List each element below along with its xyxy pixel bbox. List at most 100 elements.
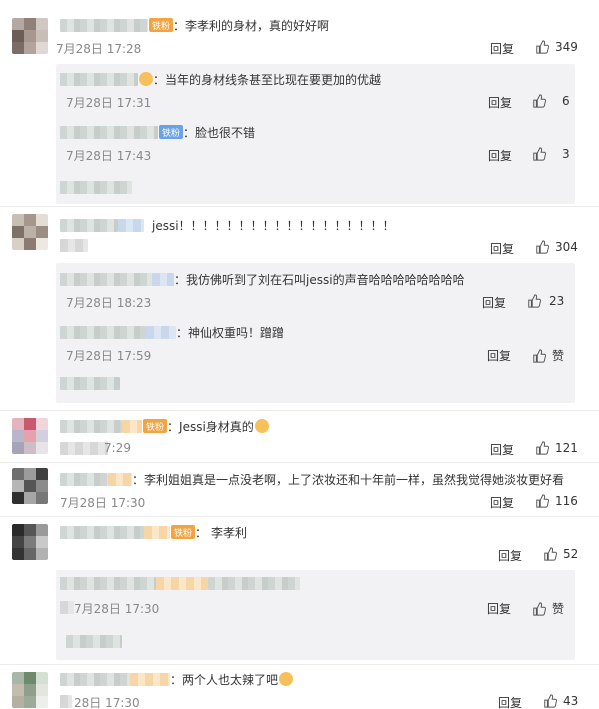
reply-button[interactable]: 回复 [490,40,514,57]
username-blurred[interactable] [60,472,108,486]
like-count: 43 [563,694,579,708]
emoji-icon [139,72,153,86]
thumbs-up-icon [533,94,546,108]
username-blurred[interactable] [60,272,152,286]
like-count: 304 [555,240,578,254]
comment-text: 两个人也太辣了吧 [182,672,279,687]
date-blurred [60,694,72,708]
comment-text: 李孝利 [211,525,248,540]
avatar[interactable] [12,214,48,250]
username-blurred[interactable] [60,325,146,339]
avatar[interactable] [12,418,48,454]
username-blurred[interactable] [60,218,118,232]
username-blurred[interactable] [60,125,158,139]
username-blurred[interactable] [60,419,122,433]
reply-button[interactable]: 回复 [488,94,512,111]
like-count: 349 [555,40,578,54]
like-count: 赞 [552,602,565,616]
sub-comment-line [60,574,300,592]
like-button[interactable]: 52 [543,547,578,561]
avatar[interactable] [12,672,48,708]
avatar[interactable] [12,18,48,54]
like-button[interactable]: 赞 [532,600,564,617]
sub-comment-text: 我仿佛听到了刘在石叫jessi的声音哈哈哈哈哈哈哈哈 [186,272,465,287]
like-button[interactable]: 赞 [532,347,564,364]
username-blurred[interactable] [60,672,130,686]
reply-button[interactable]: 回复 [490,240,514,257]
comment-line: 铁粉 ： 李孝利 [60,523,247,541]
comment-line: 铁粉 ： 李孝利的身材，真的好好啊 [60,16,329,34]
fan-badge: 铁粉 [171,525,196,539]
divider [0,410,599,411]
more-replies-link[interactable] [60,180,132,194]
reply-button[interactable]: 回复 [487,600,511,617]
sub-comment-line: ： 神仙权重吗！蹭蹭 [60,323,284,341]
sub-comment-line: 铁粉 ： 脸也很不错 [60,123,255,141]
more-replies-link[interactable] [66,634,122,648]
reply-button[interactable]: 回复 [488,147,512,164]
like-button[interactable]: 349 [535,40,578,54]
comment-text: 李利姐姐真是一点没老啊，上了浓妆还和十年前一样，虽然我觉得她淡妆更好看 [144,472,565,487]
like-count: 116 [555,494,578,508]
sub-comment-time: 7月28日 18:23 [66,296,152,310]
hand-emoji-icon [279,672,294,686]
sub-comment-line: ： 我仿佛听到了刘在石叫jessi的声音哈哈哈哈哈哈哈哈 [60,270,465,288]
like-button[interactable]: 23 [527,294,564,308]
divider [0,664,599,665]
like-button[interactable]: 121 [535,441,578,455]
thumbs-up-icon [536,441,549,455]
like-count: 6 [562,94,570,108]
comment-text: Jessi身材真的 [179,419,254,434]
comment-time: 7月28日 17:30 [60,496,146,510]
fan-badge: 铁粉 [149,18,174,32]
like-count: 赞 [552,349,565,363]
like-count: 23 [549,294,565,308]
more-replies-link[interactable] [60,376,120,390]
divider [0,462,599,463]
like-button[interactable]: 116 [535,494,578,508]
sub-comment-time: 7月28日 17:30 [74,602,160,616]
comment-line: 铁粉 ： Jessi身材真的 [60,417,269,435]
thumbs-up-icon [533,147,546,161]
sub-comment-text: 脸也很不错 [195,125,256,140]
date-blurred [60,600,74,614]
username-blurred[interactable] [60,525,144,539]
like-count: 121 [555,441,578,455]
reply-button[interactable]: 回复 [487,347,511,364]
like-button[interactable]: 304 [535,240,578,254]
divider [0,206,599,207]
thumbs-up-icon [536,240,549,254]
reply-button[interactable]: 回复 [490,441,514,458]
thumbs-up-icon [528,294,541,308]
thumbs-up-icon [536,494,549,508]
comment-text: jessi！！！！！！！！！！！！！！！！！！ [152,218,395,233]
like-count: 3 [562,147,570,161]
thumbs-up-icon [536,40,549,54]
sub-comment-line: ： 当年的身材线条甚至比现在要更加的优越 [60,70,381,88]
comment-time: 28日 17:30 [74,696,140,709]
avatar[interactable] [12,524,48,560]
reply-button[interactable]: 回复 [498,694,522,709]
reply-button[interactable]: 回复 [482,294,506,311]
avatar[interactable] [12,468,48,504]
username-blurred[interactable] [60,576,156,590]
thumbs-up-icon [544,694,557,708]
sub-comment-time: 7月28日 17:43 [66,149,152,163]
comment-time: 7月28日 17:28 [56,42,142,56]
reply-button[interactable]: 回复 [490,494,514,511]
sub-comment-time: 7月28日 17:59 [66,349,152,363]
username-blurred[interactable] [60,18,148,32]
thumbs-up-emoji-icon [254,419,269,433]
like-button[interactable]: 6 [532,94,570,108]
like-button[interactable]: 43 [543,694,578,708]
fan-badge: 铁粉 [143,419,168,433]
reply-button[interactable]: 回复 [498,547,522,564]
like-button[interactable]: 3 [532,147,570,161]
divider [0,516,599,517]
sub-comment-text: 当年的身材线条甚至比现在要更加的优越 [165,72,382,87]
username-blurred[interactable] [60,72,138,86]
name-blurred [60,238,88,252]
fan-badge: 铁粉 [159,125,184,139]
thumbs-up-icon [544,547,557,561]
comment-line: jessi！！！！！！！！！！！！！！！！！！ [60,216,395,234]
